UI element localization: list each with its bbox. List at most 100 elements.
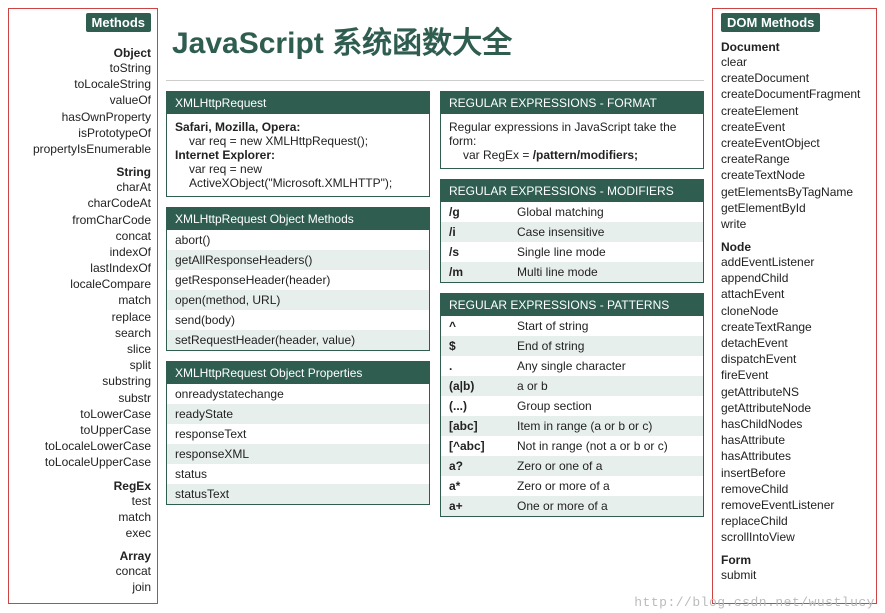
method-group-title: Object (15, 46, 151, 60)
xhr-method-row-text: open(method, URL) (175, 293, 421, 307)
regex-modifier-row-val: Multi line mode (517, 265, 598, 279)
method-item: substring (15, 373, 151, 389)
regex-pattern-row: (...)Group section (441, 396, 703, 416)
regex-pattern-row-key: a? (449, 459, 507, 473)
regex-pattern-row: (a|b)a or b (441, 376, 703, 396)
regex-patterns-panel: REGULAR EXPRESSIONS - PATTERNS ^Start of… (440, 293, 704, 517)
regex-modifier-row: /sSingle line mode (441, 242, 703, 262)
xhr-code-1: var req = new XMLHttpRequest(); (175, 134, 421, 148)
page-title: JavaScript 系统函数大全 (166, 8, 704, 80)
regex-modifier-row: /i Case insensitive (441, 222, 703, 242)
xhr-method-row-text: send(body) (175, 313, 421, 327)
dom-method-item: addEventListener (721, 254, 870, 270)
method-item: charAt (15, 179, 151, 195)
dom-method-item: scrollIntoView (721, 529, 870, 545)
xhr-method-row-text: getAllResponseHeaders() (175, 253, 421, 267)
method-item: search (15, 325, 151, 341)
xhr-prop-row: statusText (167, 484, 429, 504)
method-item: localeCompare (15, 276, 151, 292)
dom-method-item: write (721, 216, 870, 232)
method-item: join (15, 579, 151, 595)
method-item: indexOf (15, 244, 151, 260)
dom-method-item: clear (721, 54, 870, 70)
regex-pattern-row: ^Start of string (441, 316, 703, 336)
cheatsheet-page: Methods ObjecttoStringtoLocaleStringvalu… (0, 0, 885, 612)
regex-pattern-row: [abc]Item in range (a or b or c) (441, 416, 703, 436)
dom-method-item: createTextRange (721, 319, 870, 335)
xhr-panel: XMLHttpRequest Safari, Mozilla, Opera: v… (166, 91, 430, 197)
regex-pattern-row-key: (...) (449, 399, 507, 413)
dom-method-item: getElementById (721, 200, 870, 216)
regex-modifier-row-val: Global matching (517, 205, 604, 219)
regex-pattern-row: . Any single character (441, 356, 703, 376)
xhr-methods-panel: XMLHttpRequest Object Methods abort() get… (166, 207, 430, 351)
xhr-prop-row: responseText (167, 424, 429, 444)
regex-format-body: Regular expressions in JavaScript take t… (441, 114, 703, 168)
dom-method-item: hasAttributes (721, 448, 870, 464)
regex-pattern-row: $End of string (441, 336, 703, 356)
regex-modifier-row: /gGlobal matching (441, 202, 703, 222)
method-item: propertyIsEnumerable (15, 141, 151, 157)
regex-modifier-row-val: Case insensitive (517, 225, 604, 239)
xhr-props-panel: XMLHttpRequest Object Properties onready… (166, 361, 430, 505)
regex-pattern-row-key: a+ (449, 499, 507, 513)
dom-method-item: createDocumentFragment (721, 86, 870, 102)
regex-pattern-row-key: . (449, 359, 507, 373)
xhr-methods-header: XMLHttpRequest Object Methods (167, 208, 429, 230)
watermark: http://blog.csdn.net/wustlucy (634, 595, 875, 610)
method-item: toLocaleUpperCase (15, 454, 151, 470)
method-item: valueOf (15, 92, 151, 108)
xhr-browsers-2: Internet Explorer: (175, 148, 275, 162)
xhr-code-2b: ActiveXObject("Microsoft.XMLHTTP"); (175, 176, 421, 190)
regex-modifier-row-val: Single line mode (517, 245, 606, 259)
xhr-method-row-text: getResponseHeader(header) (175, 273, 421, 287)
xhr-method-row: getResponseHeader(header) (167, 270, 429, 290)
dom-method-item: removeChild (721, 481, 870, 497)
regex-pattern-row-val: Item in range (a or b or c) (517, 419, 652, 433)
regex-modifier-row-key: /i (449, 225, 507, 239)
dom-method-item: insertBefore (721, 465, 870, 481)
dom-method-item: getAttributeNS (721, 384, 870, 400)
regex-pattern-row: [^abc]Not in range (not a or b or c) (441, 436, 703, 456)
regex-pattern-row-val: Any single character (517, 359, 626, 373)
xhr-prop-row: onreadystatechange (167, 384, 429, 404)
methods-sidebar: Methods ObjecttoStringtoLocaleStringvalu… (8, 8, 158, 604)
dom-method-item: createEventObject (721, 135, 870, 151)
method-item: toLocaleLowerCase (15, 438, 151, 454)
xhr-method-row: send(body) (167, 310, 429, 330)
xhr-prop-row-text: statusText (175, 487, 421, 501)
xhr-props-header: XMLHttpRequest Object Properties (167, 362, 429, 384)
method-item: substr (15, 390, 151, 406)
xhr-method-row: abort() (167, 230, 429, 250)
regex-pattern-row-val: One or more of a (517, 499, 608, 513)
xhr-code-2a: var req = new (175, 162, 421, 176)
xhr-method-row: open(method, URL) (167, 290, 429, 310)
regex-format-code-b: /pattern/modifiers; (533, 148, 638, 162)
dom-method-item: detachEvent (721, 335, 870, 351)
regex-pattern-row-key: ^ (449, 319, 507, 333)
xhr-prop-row-text: responseText (175, 427, 421, 441)
method-item: isPrototypeOf (15, 125, 151, 141)
regex-pattern-row-key: $ (449, 339, 507, 353)
method-item: toUpperCase (15, 422, 151, 438)
method-item: toLocaleString (15, 76, 151, 92)
method-item: lastIndexOf (15, 260, 151, 276)
method-item: charCodeAt (15, 195, 151, 211)
method-item: match (15, 509, 151, 525)
xhr-header: XMLHttpRequest (167, 92, 429, 114)
xhr-method-row: setRequestHeader(header, value) (167, 330, 429, 350)
dom-methods-header: DOM Methods (721, 13, 820, 32)
dom-method-item: appendChild (721, 270, 870, 286)
regex-modifier-row-key: /m (449, 265, 507, 279)
dom-method-item: removeEventListener (721, 497, 870, 513)
xhr-prop-row-text: responseXML (175, 447, 421, 461)
dom-method-item: getAttributeNode (721, 400, 870, 416)
regex-pattern-row-key: a* (449, 479, 507, 493)
xhr-browsers-1: Safari, Mozilla, Opera: (175, 120, 300, 134)
dom-method-item: createRange (721, 151, 870, 167)
regex-pattern-row-key: [^abc] (449, 439, 507, 453)
regex-pattern-row: a*Zero or more of a (441, 476, 703, 496)
dom-method-item: createDocument (721, 70, 870, 86)
dom-group-title: Form (721, 553, 870, 567)
regex-modifiers-header: REGULAR EXPRESSIONS - MODIFIERS (441, 180, 703, 202)
